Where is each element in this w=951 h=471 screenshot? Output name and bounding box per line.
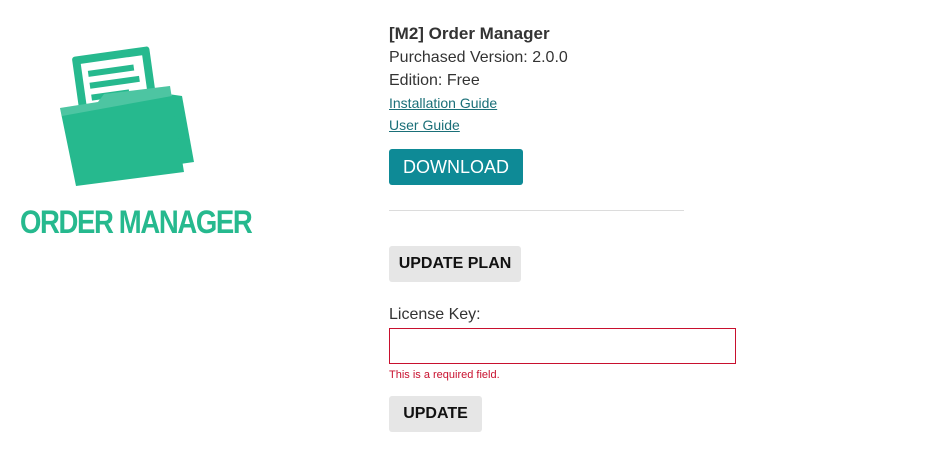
edition: Edition: Free (389, 72, 480, 89)
download-button[interactable]: DOWNLOAD (389, 149, 523, 185)
user-guide-link[interactable]: User Guide (389, 114, 909, 136)
folder-document-icon (60, 46, 194, 186)
license-key-label: License Key: (389, 306, 481, 323)
product-title: [M2] Order Manager (389, 24, 550, 43)
divider (389, 210, 684, 211)
installation-guide-link[interactable]: Installation Guide (389, 92, 909, 114)
product-details: [M2] Order Manager Purchased Version: 2.… (389, 22, 909, 136)
license-key-input[interactable] (389, 328, 736, 364)
update-button[interactable]: UPDATE (389, 396, 482, 432)
purchased-version: Purchased Version: 2.0.0 (389, 49, 568, 66)
license-key-error: This is a required field. (389, 369, 500, 381)
logo-text: ORDER MANAGER (20, 204, 253, 240)
update-plan-button[interactable]: UPDATE PLAN (389, 246, 521, 282)
product-logo: ORDER MANAGER (18, 38, 253, 248)
